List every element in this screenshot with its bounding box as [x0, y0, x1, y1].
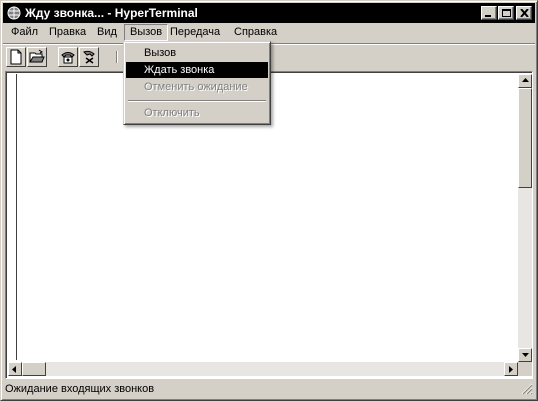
vertical-scrollbar[interactable] — [518, 74, 532, 362]
menu-call[interactable]: Вызов — [124, 24, 169, 41]
toolbar-separator — [116, 51, 120, 63]
menu-item-cancel-waiting[interactable]: Отменить ожидание — [126, 79, 268, 95]
disconnect-phone-icon[interactable] — [79, 47, 99, 67]
status-text: Ожидание входящих звонков — [5, 383, 155, 395]
menu-item-call[interactable]: Вызов — [126, 45, 268, 61]
hyperterminal-icon[interactable] — [6, 5, 22, 21]
scrollbar-corner — [518, 362, 532, 376]
window-title: Жду звонка... - HyperTerminal — [25, 6, 198, 20]
connect-phone-icon[interactable] — [58, 47, 78, 67]
scroll-left-button[interactable] — [8, 362, 22, 376]
menu-help[interactable]: Справка — [228, 24, 283, 41]
menu-file[interactable]: Файл — [5, 24, 44, 41]
terminal-margin — [8, 74, 17, 360]
vertical-scroll-thumb[interactable] — [518, 88, 532, 188]
menu-edit[interactable]: Правка — [43, 24, 92, 41]
menu-separator — [128, 100, 266, 102]
menu-transfer[interactable]: Передача — [164, 24, 226, 41]
title-bar[interactable]: Жду звонка... - HyperTerminal — [3, 3, 535, 23]
status-bar: Ожидание входящих звонков — [3, 381, 535, 399]
scroll-down-button[interactable] — [518, 348, 532, 362]
open-folder-icon[interactable] — [27, 47, 47, 67]
horizontal-scroll-thumb[interactable] — [22, 362, 46, 376]
resize-grip-icon[interactable] — [521, 383, 533, 398]
scroll-right-button[interactable] — [504, 362, 518, 376]
menu-bar: Файл Правка Вид Вызов Передача Справка — [3, 23, 535, 42]
menu-view[interactable]: Вид — [91, 24, 123, 41]
menu-item-wait-for-call[interactable]: Ждать звонка — [126, 62, 268, 78]
horizontal-scrollbar[interactable] — [8, 362, 518, 376]
minimize-button[interactable] — [481, 6, 497, 20]
new-document-icon[interactable] — [6, 47, 26, 67]
menu-item-disconnect[interactable]: Отключить — [126, 105, 268, 121]
close-button[interactable] — [516, 6, 532, 20]
maximize-button[interactable] — [498, 6, 514, 20]
app-window: Жду звонка... - HyperTerminal Файл Правк… — [0, 0, 538, 401]
call-menu-dropdown: Вызов Ждать звонка Отменить ожидание Отк… — [123, 41, 271, 125]
scroll-up-button[interactable] — [518, 74, 532, 88]
